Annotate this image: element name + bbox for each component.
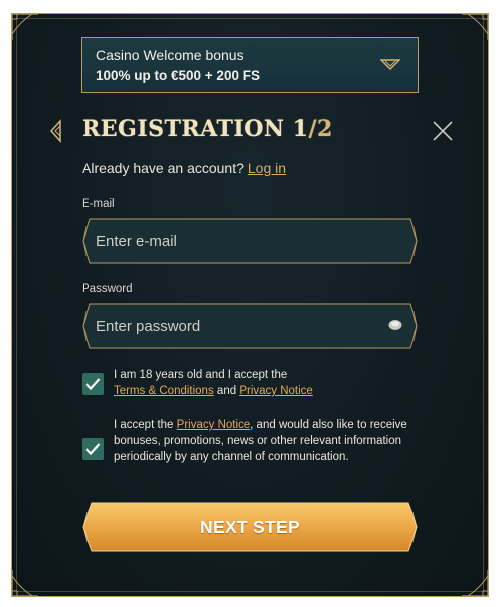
- login-prompt: Already have an account? Log in: [82, 160, 286, 176]
- email-field-wrapper: [82, 218, 418, 264]
- email-label: E-mail: [82, 198, 115, 210]
- password-field[interactable]: [96, 311, 376, 341]
- marketing-consent-text: I accept the Privacy Notice, and would a…: [114, 417, 422, 465]
- password-field-wrapper: [82, 303, 418, 349]
- step-indicator: /2: [308, 116, 333, 142]
- marketing-consent-row: I accept the Privacy Notice, and would a…: [82, 417, 422, 484]
- age-consent-row: I am 18 years old and I accept the Terms…: [82, 367, 422, 406]
- marketing-consent-label: I accept the: [114, 419, 174, 431]
- email-field[interactable]: [96, 226, 376, 256]
- terms-link[interactable]: Terms & Conditions: [114, 385, 214, 397]
- corner-ornament: [462, 13, 489, 40]
- privacy-link[interactable]: Privacy Notice: [239, 385, 313, 397]
- checkmark-icon: [85, 443, 101, 456]
- chevron-left-icon[interactable]: [48, 119, 64, 143]
- age-consent-label: I am 18 years old and I accept the: [114, 369, 288, 381]
- bonus-offer: 100% up to €500 + 200 FS: [96, 68, 260, 83]
- age-consent-text: I am 18 years old and I accept the Terms…: [114, 367, 422, 399]
- login-prompt-text: Already have an account?: [82, 160, 244, 176]
- age-consent-joiner: and: [216, 385, 237, 397]
- password-label: Password: [82, 283, 133, 295]
- next-step-label: NEXT STEP: [200, 516, 300, 537]
- page-title-text: REGISTRATION 1: [82, 116, 309, 142]
- close-icon[interactable]: [432, 120, 454, 142]
- chevron-down-icon[interactable]: [380, 58, 400, 72]
- eye-icon[interactable]: [388, 319, 402, 331]
- login-link[interactable]: Log in: [248, 160, 286, 176]
- corner-ornament: [462, 570, 489, 597]
- privacy-link[interactable]: Privacy Notice: [177, 419, 251, 431]
- bonus-selector[interactable]: Casino Welcome bonus 100% up to €500 + 2…: [81, 37, 419, 93]
- age-consent-checkbox[interactable]: [82, 373, 104, 395]
- corner-ornament: [11, 570, 38, 597]
- next-step-button[interactable]: NEXT STEP: [82, 502, 418, 552]
- checkmark-icon: [85, 378, 101, 391]
- bonus-title: Casino Welcome bonus: [96, 47, 244, 63]
- page-title: REGISTRATION 1/2: [82, 116, 333, 142]
- marketing-consent-checkbox[interactable]: [82, 438, 104, 460]
- corner-ornament: [11, 13, 38, 40]
